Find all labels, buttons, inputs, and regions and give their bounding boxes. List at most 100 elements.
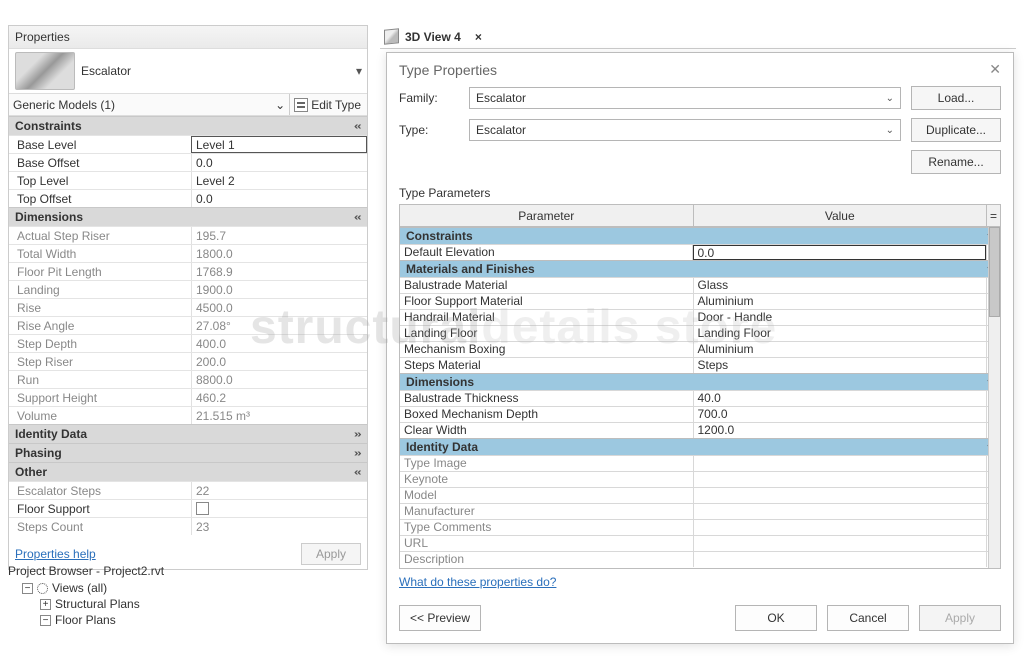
param-row[interactable]: Top LevelLevel 2 xyxy=(9,171,367,189)
tp-value[interactable]: Door - Handle xyxy=(694,310,987,325)
param-row[interactable]: Base Offset0.0 xyxy=(9,153,367,171)
type-selector[interactable]: Generic Models (1) ⌄ xyxy=(9,98,289,112)
type-param-row[interactable]: Handrail MaterialDoor - Handle xyxy=(400,309,1000,325)
type-param-row[interactable]: Balustrade Thickness40.0 xyxy=(400,390,1000,406)
family-thumbnail-row[interactable]: Escalator ▾ xyxy=(9,48,367,94)
param-value-cell[interactable]: 0.0 xyxy=(191,190,367,207)
param-row[interactable]: Run8800.0 xyxy=(9,370,367,388)
category-header[interactable]: Materials and Finishes« xyxy=(400,260,1000,277)
param-value-cell[interactable]: Level 2 xyxy=(191,172,367,189)
param-value-cell[interactable]: 27.08° xyxy=(191,317,367,334)
type-param-row[interactable]: Keynote xyxy=(400,471,1000,487)
preview-button[interactable]: << Preview xyxy=(399,605,481,631)
param-row[interactable]: Step Depth400.0 xyxy=(9,334,367,352)
family-combo[interactable]: Escalator ⌄ xyxy=(469,87,901,109)
tp-value[interactable]: Aluminium xyxy=(694,294,987,309)
param-value-cell[interactable]: 23 xyxy=(191,518,367,535)
tp-value[interactable] xyxy=(694,504,987,519)
duplicate-button[interactable]: Duplicate... xyxy=(911,118,1001,142)
type-param-row[interactable]: Floor Support MaterialAluminium xyxy=(400,293,1000,309)
param-value-cell[interactable]: 1900.0 xyxy=(191,281,367,298)
load-button[interactable]: Load... xyxy=(911,86,1001,110)
tree-item-structural-plans[interactable]: + Structural Plans xyxy=(8,596,368,612)
type-param-row[interactable]: URL xyxy=(400,535,1000,551)
type-combo[interactable]: Escalator ⌄ xyxy=(469,119,901,141)
tree-views-root[interactable]: − Views (all) xyxy=(8,580,368,596)
what-do-these-properties-link[interactable]: What do these properties do? xyxy=(399,575,556,589)
param-row[interactable]: Floor Support xyxy=(9,499,367,517)
param-row[interactable]: Rise Angle27.08° xyxy=(9,316,367,334)
param-row[interactable]: Landing1900.0 xyxy=(9,280,367,298)
tp-value[interactable]: 40.0 xyxy=(694,391,987,406)
tp-value[interactable]: 1200.0 xyxy=(694,423,987,438)
type-param-row[interactable]: Type Comments xyxy=(400,519,1000,535)
minus-icon[interactable]: − xyxy=(22,583,33,594)
group-header[interactable]: Phasing» xyxy=(9,443,367,462)
type-param-row[interactable]: Landing FloorLanding Floor xyxy=(400,325,1000,341)
tree-item-floor-plans[interactable]: − Floor Plans xyxy=(8,612,368,628)
type-param-row[interactable]: Boxed Mechanism Depth700.0 xyxy=(400,406,1000,422)
param-row[interactable]: Total Width1800.0 xyxy=(9,244,367,262)
type-param-row[interactable]: Steps MaterialSteps xyxy=(400,357,1000,373)
param-row[interactable]: Escalator Steps22 xyxy=(9,481,367,499)
param-row[interactable]: Base LevelLevel 1 xyxy=(9,135,367,153)
tp-value[interactable]: 700.0 xyxy=(694,407,987,422)
edit-type-button[interactable]: Edit Type xyxy=(289,94,367,115)
tp-value[interactable] xyxy=(694,488,987,503)
tp-value[interactable]: 0.0 xyxy=(693,245,987,260)
tp-value[interactable] xyxy=(694,552,987,567)
col-equals[interactable]: = xyxy=(986,205,1000,226)
ok-button[interactable]: OK xyxy=(735,605,817,631)
tp-value[interactable] xyxy=(694,472,987,487)
param-value-cell[interactable]: 460.2 xyxy=(191,389,367,406)
type-param-row[interactable]: Model xyxy=(400,487,1000,503)
rename-button[interactable]: Rename... xyxy=(911,150,1001,174)
view-tab-name[interactable]: 3D View 4 xyxy=(405,30,461,44)
param-value-cell[interactable]: 1800.0 xyxy=(191,245,367,262)
tp-value[interactable]: Aluminium xyxy=(694,342,987,357)
type-param-row[interactable]: Type Image xyxy=(400,455,1000,471)
properties-help-link[interactable]: Properties help xyxy=(15,547,96,561)
param-row[interactable]: Steps Count23 xyxy=(9,517,367,535)
col-value[interactable]: Value xyxy=(694,205,987,226)
param-value-cell[interactable]: 195.7 xyxy=(191,227,367,244)
param-row[interactable]: Top Offset0.0 xyxy=(9,189,367,207)
scrollbar-thumb[interactable] xyxy=(989,227,1000,317)
param-value-cell[interactable]: 400.0 xyxy=(191,335,367,352)
param-value-cell[interactable]: Level 1 xyxy=(191,136,367,153)
category-header[interactable]: Dimensions« xyxy=(400,373,1000,390)
type-param-row[interactable]: Manufacturer xyxy=(400,503,1000,519)
param-value-cell[interactable]: 0.0 xyxy=(191,154,367,171)
checkbox[interactable] xyxy=(196,502,209,515)
type-param-row[interactable]: Balustrade MaterialGlass xyxy=(400,277,1000,293)
dialog-apply-button[interactable]: Apply xyxy=(919,605,1001,631)
param-row[interactable]: Step Riser200.0 xyxy=(9,352,367,370)
param-value-cell[interactable]: 200.0 xyxy=(191,353,367,370)
param-value-cell[interactable]: 8800.0 xyxy=(191,371,367,388)
tp-value[interactable]: Steps xyxy=(694,358,987,373)
param-row[interactable]: Floor Pit Length1768.9 xyxy=(9,262,367,280)
close-icon[interactable]: ✕ xyxy=(989,61,1001,78)
param-value-cell[interactable]: 22 xyxy=(191,482,367,499)
param-row[interactable]: Volume21.515 m³ xyxy=(9,406,367,424)
param-value-cell[interactable]: 1768.9 xyxy=(191,263,367,280)
plus-icon[interactable]: + xyxy=(40,599,51,610)
group-header[interactable]: Other« xyxy=(9,462,367,481)
type-param-row[interactable]: Default Elevation0.0 xyxy=(400,244,1000,260)
group-header[interactable]: Identity Data» xyxy=(9,424,367,443)
type-param-row[interactable]: Mechanism BoxingAluminium xyxy=(400,341,1000,357)
param-row[interactable]: Actual Step Riser195.7 xyxy=(9,226,367,244)
close-tab-icon[interactable]: × xyxy=(475,30,482,44)
category-header[interactable]: Identity Data« xyxy=(400,438,1000,455)
col-parameter[interactable]: Parameter xyxy=(400,205,694,226)
tp-value[interactable] xyxy=(694,456,987,471)
param-value-cell[interactable]: 21.515 m³ xyxy=(191,407,367,424)
tp-value[interactable] xyxy=(694,520,987,535)
group-header[interactable]: Dimensions« xyxy=(9,207,367,226)
param-value-cell[interactable] xyxy=(191,500,367,517)
tp-value[interactable] xyxy=(694,536,987,551)
category-header[interactable]: Constraints« xyxy=(400,227,1000,244)
cancel-button[interactable]: Cancel xyxy=(827,605,909,631)
param-row[interactable]: Support Height460.2 xyxy=(9,388,367,406)
type-param-row[interactable]: Description xyxy=(400,551,1000,567)
